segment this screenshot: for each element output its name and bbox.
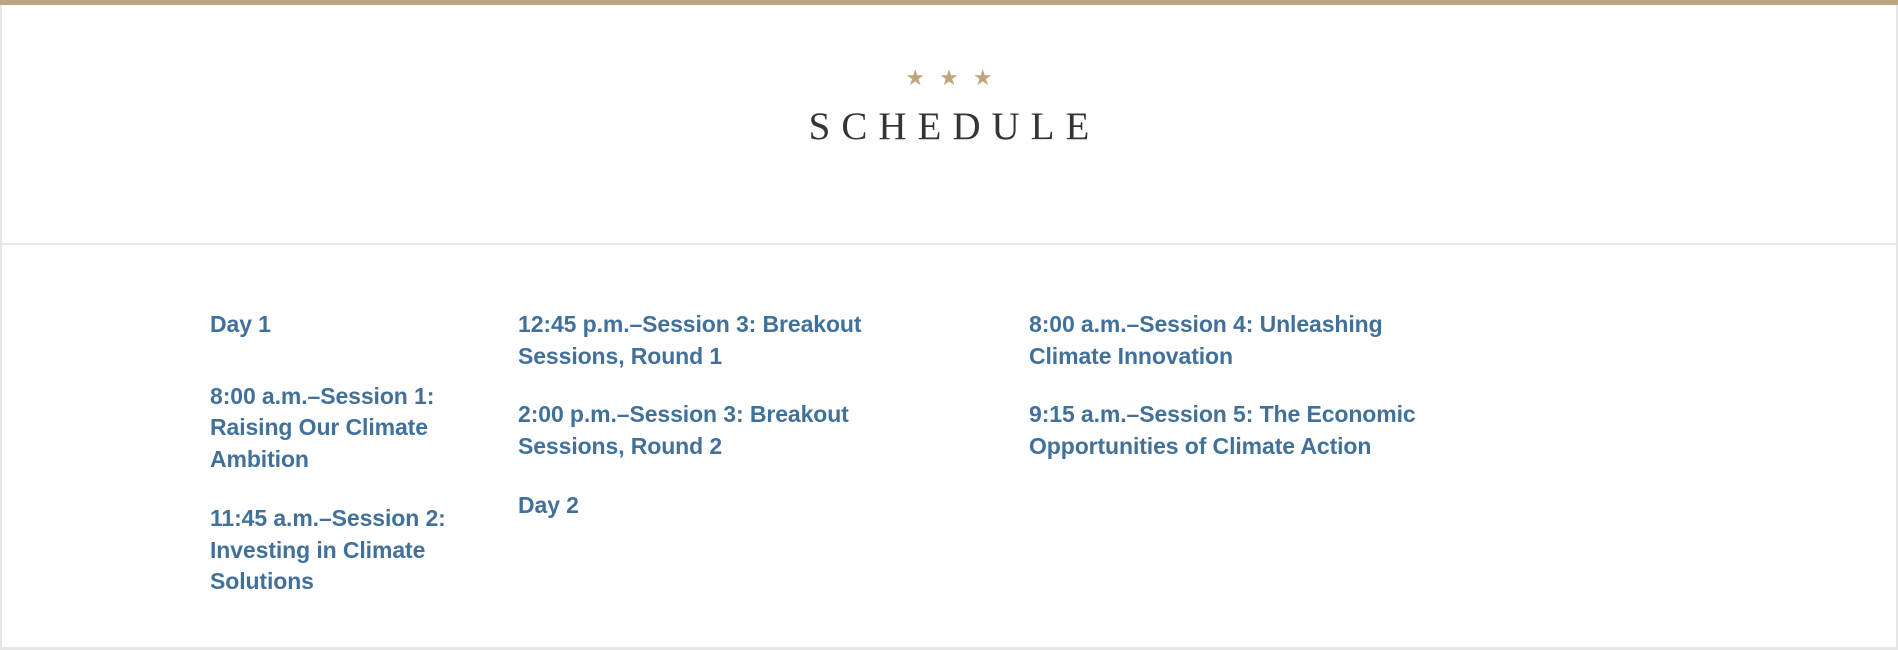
session-item: 8:00 a.m.–Session 1: Raising Our Climate… <box>210 382 435 473</box>
star-icon: ★ <box>939 65 959 90</box>
session-item: 8:00 a.m.–Session 4: Unleashing Climate … <box>1029 311 1383 369</box>
schedule-column-1: Day 1 8:00 a.m.–Session 1: Raising Our C… <box>2 309 511 647</box>
schedule-column-2: 12:45 p.m.–Session 3: Breakout Sessions,… <box>511 309 1021 647</box>
session-item: 2:00 p.m.–Session 3: Breakout Sessions, … <box>518 401 849 460</box>
schedule-page: ★ ★ ★ SCHEDULE Day 1 8:00 a.m.–Session 1… <box>0 0 1898 650</box>
session-item: 11:45 a.m.–Session 2: Investing in Clima… <box>210 504 446 595</box>
session-item: 12:45 p.m.–Session 3: Breakout Sessions,… <box>518 311 862 369</box>
schedule-header: ★ ★ ★ SCHEDULE <box>2 5 1896 245</box>
day-heading-day-1: Day 1 <box>210 311 271 337</box>
page-title: SCHEDULE <box>808 105 1101 148</box>
three-stars-ornament: ★ ★ ★ <box>905 67 992 89</box>
star-icon: ★ <box>972 65 993 90</box>
session-item: 9:15 a.m.–Session 5: The Economic Opport… <box>1029 401 1416 460</box>
schedule-column-3: 8:00 a.m.–Session 4: Unleashing Climate … <box>1021 309 1641 647</box>
day-heading-day-2: Day 2 <box>518 491 579 518</box>
schedule-columns: Day 1 8:00 a.m.–Session 1: Raising Our C… <box>2 247 1896 647</box>
star-icon: ★ <box>905 65 926 90</box>
